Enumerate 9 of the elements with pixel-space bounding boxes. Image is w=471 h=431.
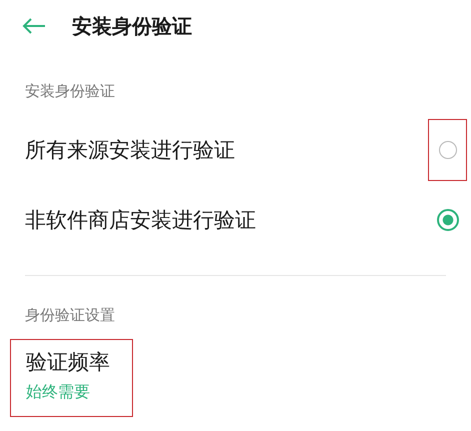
option-label[interactable]: 所有来源安装进行验证 — [25, 136, 235, 164]
setting-item[interactable]: 验证频率 始终需要 — [10, 339, 133, 417]
page-title: 安装身份验证 — [72, 12, 192, 40]
section-label: 安装身份验证 — [24, 81, 116, 102]
back-icon[interactable] — [22, 18, 46, 34]
radio-button[interactable] — [438, 141, 456, 159]
section-label: 身份验证设置 — [24, 305, 116, 326]
option-label[interactable]: 非软件商店安装进行验证 — [25, 206, 256, 234]
radio-button[interactable] — [436, 209, 458, 231]
